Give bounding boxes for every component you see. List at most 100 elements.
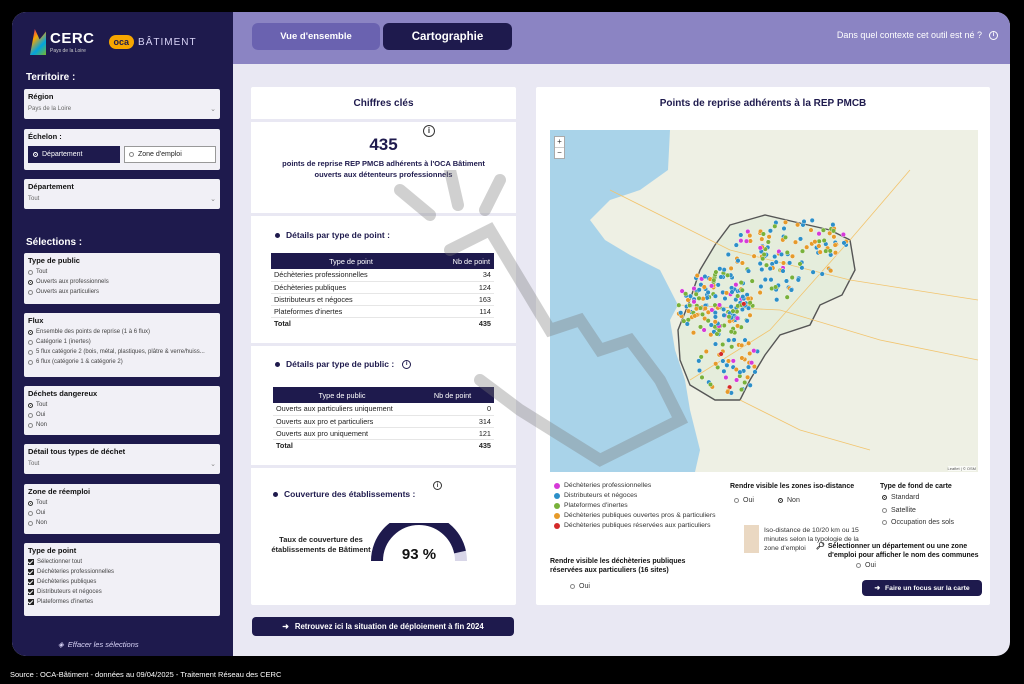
map-point-marker[interactable]: [758, 283, 764, 289]
map-attribution[interactable]: Leaflet | © OSM: [947, 466, 976, 471]
map-point-marker[interactable]: [773, 259, 779, 265]
map-point-marker[interactable]: [760, 256, 766, 262]
map-point-marker[interactable]: [700, 296, 706, 302]
departement-filter[interactable]: Département Tout ⌄: [24, 179, 220, 209]
map-point-marker[interactable]: [728, 304, 734, 310]
map-point-marker[interactable]: [759, 266, 765, 272]
map-point-marker[interactable]: [778, 251, 784, 257]
deploiement-2024-button[interactable]: ➜ Retrouvez ici la situation de déploieme…: [252, 617, 514, 636]
map-point-marker[interactable]: [720, 341, 726, 347]
type-public-option[interactable]: Ouverts aux professionnels: [24, 277, 220, 287]
map-point-marker[interactable]: [721, 312, 727, 318]
map-point-marker[interactable]: [684, 321, 690, 327]
map-point-marker[interactable]: [730, 308, 736, 314]
map-point-marker[interactable]: [760, 231, 766, 237]
map-point-marker[interactable]: [841, 240, 847, 246]
map-point-marker[interactable]: [759, 236, 765, 242]
focus-map-button[interactable]: ➜ Faire un focus sur la carte: [862, 580, 982, 596]
map-point-marker[interactable]: [693, 291, 699, 297]
map-point-marker[interactable]: [696, 358, 702, 364]
map-point-marker[interactable]: [745, 305, 751, 311]
map-point-marker[interactable]: [816, 238, 822, 244]
publiques-oui-radio[interactable]: Oui: [570, 583, 590, 590]
map-point-marker[interactable]: [761, 251, 767, 257]
map-point-marker[interactable]: [773, 284, 779, 290]
table-header[interactable]: Nb de point: [431, 253, 494, 269]
map-point-marker[interactable]: [691, 285, 697, 291]
map-point-marker[interactable]: [762, 277, 768, 283]
map-point-marker[interactable]: [757, 261, 763, 267]
fond-standard-radio[interactable]: Standard: [882, 494, 919, 501]
zone-reemploi-option[interactable]: Tout: [24, 498, 220, 508]
map-point-marker[interactable]: [707, 381, 713, 387]
map-point-marker[interactable]: [745, 295, 751, 301]
map-canvas[interactable]: + − Leaflet | © OSM: [550, 130, 978, 472]
map-point-marker[interactable]: [740, 294, 746, 300]
map-point-marker[interactable]: [720, 358, 726, 364]
map-point-marker[interactable]: [745, 268, 751, 274]
map-point-marker[interactable]: [788, 287, 794, 293]
map-point-marker[interactable]: [782, 219, 788, 225]
map-point-marker[interactable]: [821, 237, 827, 243]
map-point-marker[interactable]: [705, 289, 711, 295]
map-point-marker[interactable]: [739, 260, 745, 266]
map-point-marker[interactable]: [784, 294, 790, 300]
map-point-marker[interactable]: [729, 285, 735, 291]
map-point-marker[interactable]: [792, 239, 798, 245]
context-info-link[interactable]: Dans quel contexte cet outil est né ? i: [837, 30, 998, 40]
zoom-in-button[interactable]: +: [555, 137, 564, 147]
map-point-marker[interactable]: [827, 230, 833, 236]
map-point-marker[interactable]: [809, 217, 815, 223]
zone-reemploi-option[interactable]: Oui: [24, 508, 220, 518]
map-point-marker[interactable]: [768, 277, 774, 283]
type-point-checkbox[interactable]: Déchèteries professionnelles: [24, 567, 220, 577]
map-point-marker[interactable]: [734, 315, 740, 321]
map-point-marker[interactable]: [741, 301, 747, 307]
map-point-marker[interactable]: [721, 368, 727, 374]
map-point-marker[interactable]: [743, 238, 749, 244]
map-point-marker[interactable]: [709, 283, 715, 289]
map-point-marker[interactable]: [723, 374, 729, 380]
map-point-marker[interactable]: [735, 323, 741, 329]
map-point-marker[interactable]: [701, 284, 707, 290]
map-point-marker[interactable]: [757, 245, 763, 251]
map-point-marker[interactable]: [831, 234, 837, 240]
map-point-marker[interactable]: [781, 225, 787, 231]
map-point-marker[interactable]: [713, 361, 719, 367]
map-point-marker[interactable]: [729, 344, 735, 350]
iso-oui-radio[interactable]: Oui: [734, 497, 754, 504]
echelon-departement-button[interactable]: Département: [28, 146, 120, 163]
map-point-marker[interactable]: [729, 289, 735, 295]
map-point-marker[interactable]: [823, 248, 829, 254]
type-point-checkbox[interactable]: Distributeurs et négoces: [24, 587, 220, 597]
map-point-marker[interactable]: [718, 274, 724, 280]
map-point-marker[interactable]: [728, 265, 734, 271]
map-point-marker[interactable]: [721, 306, 727, 312]
flux-option[interactable]: 6 flux (catégorie 1 & catégorie 2): [24, 357, 220, 367]
map-point-marker[interactable]: [765, 239, 771, 245]
map-point-marker[interactable]: [808, 227, 814, 233]
map-point-marker[interactable]: [799, 248, 805, 254]
map-point-marker[interactable]: [782, 234, 788, 240]
map-point-marker[interactable]: [772, 254, 778, 260]
map-point-marker[interactable]: [725, 272, 731, 278]
map-point-marker[interactable]: [739, 342, 745, 348]
zoom-out-button[interactable]: −: [555, 147, 564, 158]
map-point-marker[interactable]: [721, 267, 727, 273]
map-point-marker[interactable]: [712, 341, 718, 347]
flux-option[interactable]: Ensemble des points de reprise (1 à 6 fl…: [24, 327, 220, 337]
map-point-marker[interactable]: [725, 251, 731, 257]
map-point-marker[interactable]: [747, 350, 753, 356]
map-point-marker[interactable]: [693, 306, 699, 312]
iso-non-radio[interactable]: Non: [778, 497, 800, 504]
map-point-marker[interactable]: [733, 242, 739, 248]
tab-cartographie[interactable]: Cartographie: [383, 23, 512, 50]
map-point-marker[interactable]: [766, 234, 772, 240]
map-point-marker[interactable]: [696, 367, 702, 373]
map-point-marker[interactable]: [738, 232, 744, 238]
map-point-marker[interactable]: [676, 302, 682, 308]
map-point-marker[interactable]: [735, 258, 741, 264]
map-point-marker[interactable]: [810, 269, 816, 275]
map-point-marker[interactable]: [696, 295, 702, 301]
map-point-marker[interactable]: [757, 290, 763, 296]
